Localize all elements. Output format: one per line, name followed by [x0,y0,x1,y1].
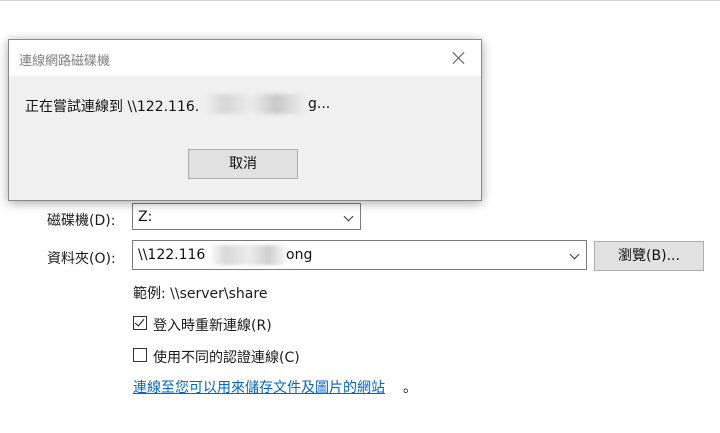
cancel-button[interactable]: 取消 [188,149,298,179]
folder-value-prefix: \\122.116 [138,247,206,263]
redacted-blur [205,94,307,114]
browse-button[interactable]: 瀏覽(B)... [594,241,704,271]
dialog-message: 正在嘗試連線到 \\122.116. [25,99,200,115]
folder-value-suffix: ong [286,247,313,263]
example-text: 範例: \\server\share [133,286,268,302]
web-storage-link[interactable]: 連線至您可以用來儲存文件及圖片的網站 [133,377,385,397]
reconnect-checkbox[interactable] [133,316,147,330]
connecting-dialog: 連線網路磁碟機 正在嘗試連線到 \\122.116. g... 取消 [8,39,482,201]
top-divider [0,0,720,1]
folder-label: 資料夾(O): [47,251,116,267]
folder-combobox[interactable]: \\122.116 ong [132,240,587,270]
redacted-blur [209,245,289,265]
drive-select[interactable]: Z: [132,203,361,230]
chevron-down-icon [569,249,580,260]
check-icon [134,316,145,327]
dialog-titlebar: 連線網路磁碟機 [9,40,481,76]
chevron-down-icon [343,211,354,222]
reconnect-label[interactable]: 登入時重新連線(R) [153,315,272,335]
dialog-title: 連線網路磁碟機 [19,54,111,69]
drive-label: 磁碟機(D): [47,213,116,229]
link-suffix: 。 [403,380,417,396]
drive-select-value: Z: [138,209,153,225]
close-icon[interactable] [451,50,467,66]
credentials-label[interactable]: 使用不同的認證連線(C) [153,347,300,367]
credentials-checkbox[interactable] [133,348,147,362]
dialog-message-suffix: g... [308,96,331,112]
